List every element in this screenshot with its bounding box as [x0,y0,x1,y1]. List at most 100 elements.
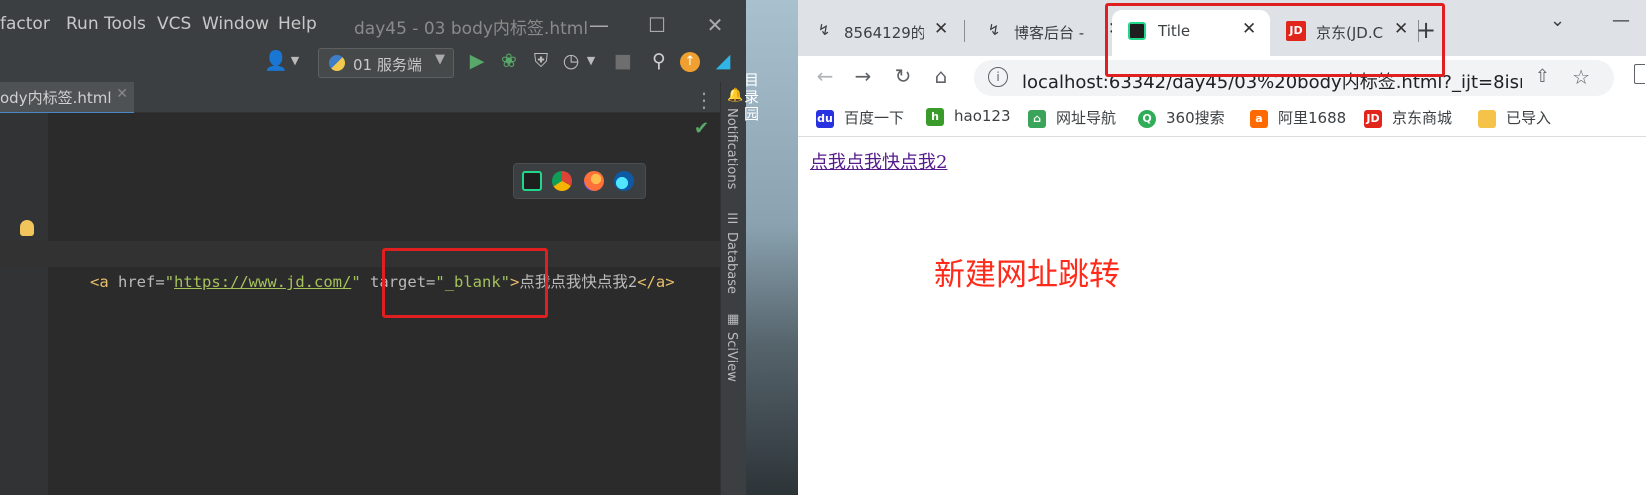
menu-run[interactable]: Run [66,14,99,34]
browser-tab[interactable]: JD 京东(JD.C ✕ [1270,10,1410,56]
profile-icon[interactable]: ◷ [560,50,582,72]
ide-right-toolbar: 🔔 Notifications ☰ Database ▦ SciView [720,82,746,495]
bookmark-hao123[interactable]: h hao123 [926,107,1011,126]
code-line-anchor[interactable]: <a href="https://www.jd.com/" target="_b… [90,270,675,292]
bookmark-label: hao123 [954,107,1011,125]
run-configuration-select[interactable]: 01 服务端 ▼ [318,48,454,78]
code-attr-target: target= [370,273,436,291]
ide-menubar: factor Run Tools VCS Window Help day45 -… [0,0,746,50]
page-link[interactable]: 点我点我快点我2 [810,148,947,174]
browser-tabstrip: ↯ 8564129的 ✕ ↯ 博客后台 - ✕ Title ✕ JD 京东(JD… [798,0,1646,56]
menu-tools[interactable]: Tools [104,14,146,34]
editor-tab-active[interactable]: ody内标签.html ✕ [0,82,134,115]
share-icon[interactable]: ⇧ [1535,66,1550,87]
hao123-icon: h [926,107,944,126]
chevron-down-icon[interactable]: ▼ [580,50,602,72]
bookmark-baidu[interactable]: du 百度一下 [816,107,904,128]
blog-favicon: ↯ [817,21,831,39]
current-line-highlight [0,241,720,267]
desktop-icon-label[interactable]: 目录 园 [744,72,764,123]
close-tab-icon[interactable]: ✕ [1394,19,1408,39]
more-options-icon[interactable]: ⋮ [694,88,714,112]
lightbulb-icon[interactable] [20,220,34,236]
browser-tab-title: 京东(JD.C [1316,24,1384,42]
blog-favicon: ↯ [987,21,1001,39]
browser-tab[interactable]: ↯ 8564129的 ✕ [798,10,958,56]
minimize-icon[interactable]: — [1612,10,1630,31]
chrome-window: ↯ 8564129的 ✕ ↯ 博客后台 - ✕ Title ✕ JD 京东(JD… [798,0,1646,495]
database-icon[interactable]: ☰ [727,212,741,227]
editor-tabbar: ody内标签.html ✕ [0,82,720,115]
menu-vcs[interactable]: VCS [157,14,191,34]
side-panel-icon[interactable] [1634,64,1645,84]
close-tab-icon[interactable]: ✕ [934,19,948,39]
code-quote: " [351,273,361,291]
bookmark-label: 京东商城 [1392,109,1453,127]
coverage-icon[interactable]: ⛨ [530,50,552,72]
browser-tab-title: 博客后台 - [1014,24,1085,42]
browser-tab-active[interactable]: Title ✕ [1112,10,1270,56]
sciview-icon[interactable]: ▦ [727,312,741,327]
baidu-icon: du [816,109,834,128]
browser-tab-title: 8564129的 [844,24,924,42]
reload-icon[interactable]: ↻ [890,64,916,88]
bookmark-label: 360搜索 [1166,109,1225,127]
new-tab-button[interactable]: + [1416,16,1436,44]
python-icon [329,55,345,71]
site-info-icon[interactable]: i [988,67,1008,87]
menu-window[interactable]: Window [202,14,269,34]
bookmark-label: 阿里1688 [1278,109,1347,127]
menu-refactor[interactable]: factor [0,14,50,34]
chrome-icon[interactable] [552,171,572,191]
update-icon[interactable]: ↑ [680,52,700,72]
code-link-text: 点我点我快点我2 [519,273,638,291]
minimize-icon[interactable]: — [584,10,614,40]
close-tab-icon[interactable]: ✕ [116,86,128,102]
close-icon[interactable]: ✕ [700,10,730,40]
chevron-down-icon[interactable]: ▼ [284,50,306,72]
jetbrains-toolbox-icon[interactable]: ◢ [712,50,734,72]
bookmark-2345[interactable]: ⌂ 网址导航 [1028,107,1116,128]
ide-window-title: day45 - 03 body内标签.html [354,19,589,39]
maximize-icon[interactable]: ☐ [642,10,672,40]
edge-icon[interactable] [614,171,634,191]
menu-help[interactable]: Help [278,14,317,34]
pycharm-icon[interactable] [522,171,542,191]
notifications-panel-tab[interactable]: Notifications [724,108,739,189]
bookmark-360[interactable]: Q 360搜索 [1138,107,1225,128]
bookmark-folder-imported[interactable]: 已导入 [1478,107,1551,128]
editor-tab-label: ody内标签.html [0,89,112,107]
jd-icon: JD [1364,109,1382,128]
code-quote: " [164,273,175,291]
chevron-down-icon: ▼ [435,52,445,67]
tab-search-icon[interactable]: ⌄ [1550,10,1565,31]
forward-icon[interactable]: → [850,64,876,88]
editor-gutter [0,113,48,495]
code-href-url[interactable]: https://www.jd.com/ [174,273,351,291]
firefox-icon[interactable] [584,171,604,191]
bell-icon[interactable]: 🔔 [727,88,743,103]
search-icon[interactable]: ⚲ [648,50,670,72]
back-icon[interactable]: ← [812,64,838,88]
address-bar-url[interactable]: localhost:63342/day45/03%20body内标签.html?… [1022,68,1522,94]
bookmark-1688[interactable]: a 阿里1688 [1250,107,1346,128]
user-icon[interactable]: 👤 [264,50,288,72]
bookmark-star-icon[interactable]: ☆ [1572,65,1590,89]
code-target-value: "_blank" [435,273,511,291]
close-tab-icon[interactable]: ✕ [1242,19,1256,39]
folder-icon [1478,109,1496,128]
browser-tab[interactable]: ↯ 博客后台 - ✕ [968,10,1128,56]
run-icon[interactable]: ▶ [466,50,488,72]
stop-icon[interactable]: ■ [612,50,634,72]
code-tag-close: </a> [637,273,675,291]
bookmark-jd[interactable]: JD 京东商城 [1364,107,1452,128]
debug-icon[interactable]: ❀ [498,50,520,72]
annotation-text: 新建网址跳转 [934,257,1120,293]
code-attr-href: href= [118,273,165,291]
browser-tab-title: Title [1158,22,1191,40]
sciview-panel-tab[interactable]: SciView [724,332,739,382]
database-panel-tab[interactable]: Database [724,232,739,294]
address-bar[interactable]: i localhost:63342/day45/03%20body内标签.htm… [974,60,1614,96]
bookmarks-bar: du 百度一下 h hao123 ⌂ 网址导航 Q 360搜索 a 阿里1688 JD 京东… [798,100,1646,137]
home-icon[interactable]: ⌂ [928,64,954,88]
